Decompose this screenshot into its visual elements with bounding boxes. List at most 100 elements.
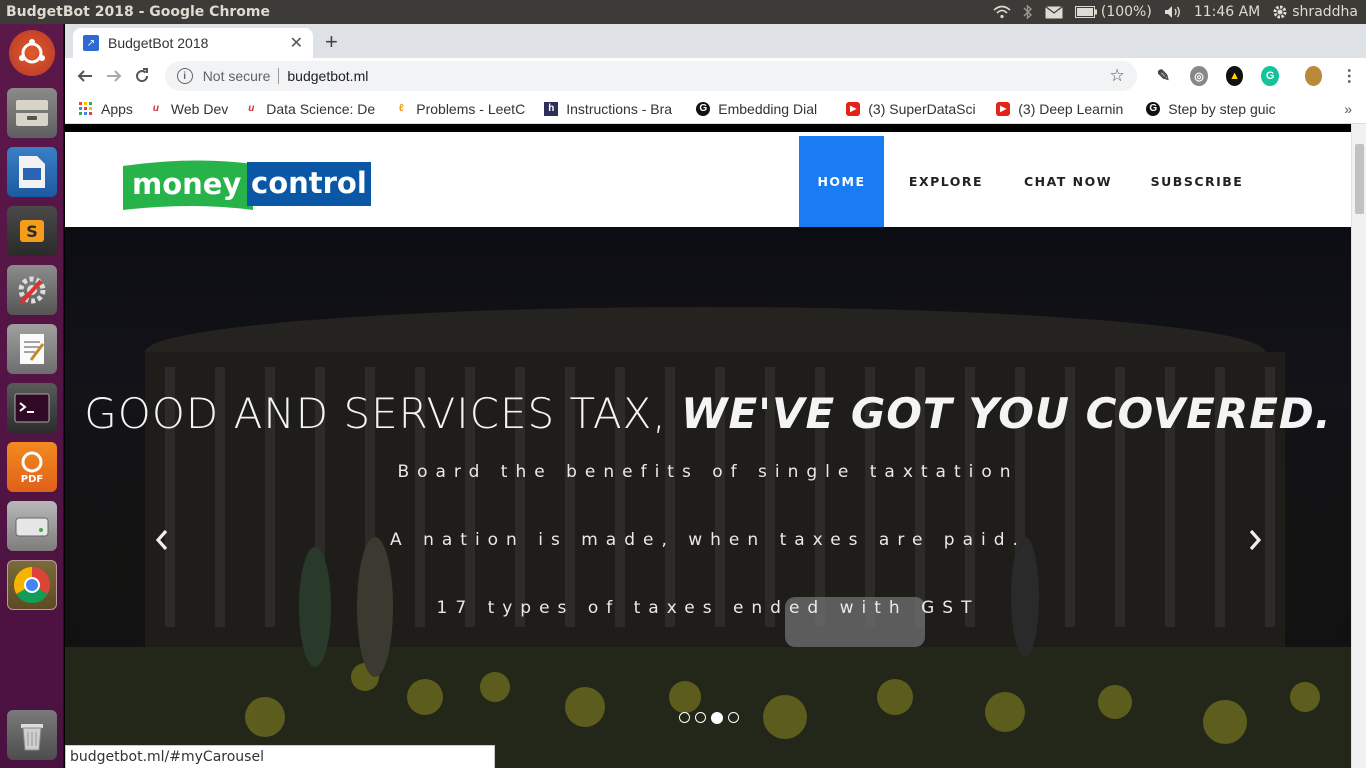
hero-line-3: 17 types of taxes ended with GST xyxy=(436,598,980,618)
carousel-next-chevron-icon[interactable] xyxy=(1248,529,1262,558)
foxit-pdf-icon[interactable]: PDF xyxy=(7,442,57,492)
browser-toolbar: i Not secure budgetbot.ml ☆ ✎ ◎ ▲ G ⋮ xyxy=(65,58,1366,94)
text-editor-icon[interactable] xyxy=(7,324,57,374)
parliament-building-image xyxy=(65,227,1351,768)
bookmark-data-science[interactable]: u Data Science: De xyxy=(244,101,378,117)
session-menu[interactable]: shraddha xyxy=(1272,4,1358,20)
bookmark-label: Instructions - Bra xyxy=(566,100,673,117)
nav-home[interactable]: HOME xyxy=(799,136,884,227)
launcher: S PDF xyxy=(0,24,64,768)
status-bubble: budgetbot.ml/#myCarousel xyxy=(65,745,495,768)
hero-carousel: GOOD AND SERVICES TAX, WE'VE GOT YOU COV… xyxy=(65,227,1351,768)
extension-bolt-icon[interactable]: ▲ xyxy=(1225,66,1244,86)
bookmark-label: Data Science: De xyxy=(266,100,376,117)
address-bar[interactable]: i Not secure budgetbot.ml ☆ xyxy=(164,61,1137,91)
bluetooth-icon[interactable] xyxy=(1023,4,1033,20)
scrollbar-thumb[interactable] xyxy=(1355,144,1364,214)
github-icon: G xyxy=(696,101,711,116)
disk-icon[interactable] xyxy=(7,501,57,551)
clock[interactable]: 11:46 AM xyxy=(1194,4,1260,20)
eyedropper-extension-icon[interactable]: ✎ xyxy=(1155,66,1173,86)
hackerrank-icon: h xyxy=(544,101,559,116)
logo-text-control: control xyxy=(251,166,367,200)
mail-icon[interactable] xyxy=(1044,5,1063,19)
bookmark-star-icon[interactable]: ☆ xyxy=(1109,66,1124,86)
carousel-dot-3-active[interactable] xyxy=(711,712,723,724)
new-tab-button[interactable]: + xyxy=(325,29,338,55)
security-label: Not secure xyxy=(202,68,271,84)
bookmark-label: (3) SuperDataSci xyxy=(868,100,976,117)
hero-headline: GOOD AND SERVICES TAX, WE'VE GOT YOU COV… xyxy=(65,389,1351,438)
bookmark-label: Step by step guic xyxy=(1168,100,1276,117)
system-settings-icon[interactable] xyxy=(7,265,57,315)
grammarly-icon[interactable]: G xyxy=(1261,66,1279,86)
url-text: budgetbot.ml xyxy=(287,68,369,84)
carousel-indicators xyxy=(679,712,739,724)
battery-indicator[interactable]: (100%) xyxy=(1074,4,1152,20)
youtube-icon: ▶ xyxy=(846,101,861,116)
info-icon[interactable]: i xyxy=(176,68,193,84)
github-icon: G xyxy=(1146,101,1161,116)
udemy-icon: u xyxy=(248,103,255,114)
tab-favicon-icon: ↗ xyxy=(83,35,99,51)
nav-explore[interactable]: EXPLORE xyxy=(903,136,989,227)
hero-headline-bold: WE'VE GOT YOU COVERED. xyxy=(681,389,1332,438)
forward-button[interactable] xyxy=(102,62,127,90)
bookmark-step-by-step[interactable]: G Step by step guic xyxy=(1146,101,1280,117)
nav-chat-now[interactable]: CHAT NOW xyxy=(1018,136,1118,227)
files-icon[interactable] xyxy=(7,88,57,138)
hero-line-2: A nation is made, when taxes are paid. xyxy=(390,530,1026,550)
bookmark-leetcode[interactable]: ℓ Problems - LeetC xyxy=(394,101,528,117)
volume-icon[interactable] xyxy=(1164,5,1182,19)
sublime-text-icon[interactable]: S xyxy=(7,206,57,256)
page-scrollbar[interactable] xyxy=(1351,124,1366,768)
battery-percent: (100%) xyxy=(1100,4,1152,20)
bookmark-label: Web Dev xyxy=(170,100,229,117)
bookmarks-overflow-icon[interactable]: » xyxy=(1344,101,1352,117)
profile-avatar[interactable] xyxy=(1304,66,1323,86)
bookmarks-bar: Apps u Web Dev u Data Science: De ℓ Prob… xyxy=(65,94,1366,124)
bookmark-label: Embedding Dial xyxy=(718,100,818,117)
apps-grid-icon xyxy=(79,101,92,115)
bookmark-label: (3) Deep Learnin xyxy=(1018,100,1124,117)
carousel-prev-chevron-icon[interactable] xyxy=(155,529,169,558)
bookmark-instructions[interactable]: h Instructions - Bra xyxy=(544,101,680,117)
leetcode-icon: ℓ xyxy=(398,103,404,114)
terminal-icon[interactable] xyxy=(7,383,57,433)
bookmark-label: Problems - LeetC xyxy=(416,100,526,117)
tab-strip: ↗ BudgetBot 2018 ✕ + xyxy=(65,24,1366,58)
forward-arrow-icon xyxy=(106,70,122,82)
bookmark-superdatascience[interactable]: ▶ (3) SuperDataSci xyxy=(846,101,980,117)
wifi-icon[interactable] xyxy=(993,5,1011,19)
user-name: shraddha xyxy=(1292,4,1358,20)
top-panel: BudgetBot 2018 - Google Chrome (100%) 11… xyxy=(0,0,1366,24)
omnibox-divider xyxy=(278,68,280,84)
carousel-dot-1[interactable] xyxy=(679,712,690,723)
youtube-icon: ▶ xyxy=(996,101,1011,116)
bookmark-web-dev[interactable]: u Web Dev xyxy=(149,101,228,117)
bookmark-deep-learning[interactable]: ▶ (3) Deep Learnin xyxy=(996,101,1130,117)
bookmark-apps[interactable]: Apps xyxy=(79,101,133,117)
svg-text:PDF: PDF xyxy=(21,474,43,485)
extension-globe-icon[interactable]: ◎ xyxy=(1190,66,1208,86)
reload-icon xyxy=(136,68,149,83)
back-button[interactable] xyxy=(73,62,98,90)
menu-dots-icon[interactable]: ⋮ xyxy=(1340,66,1358,86)
back-arrow-icon xyxy=(77,70,93,82)
hero-headline-plain: GOOD AND SERVICES TAX, xyxy=(84,389,682,438)
browser-window: ↗ BudgetBot 2018 ✕ + i Not secure budget… xyxy=(65,24,1366,768)
site-navbar: money control HOME EXPLORE CHAT NOW SUBS… xyxy=(65,132,1351,227)
impress-icon[interactable] xyxy=(7,147,57,197)
nav-subscribe[interactable]: SUBSCRIBE xyxy=(1145,136,1249,227)
chrome-icon[interactable] xyxy=(7,560,57,610)
trash-icon[interactable] xyxy=(7,710,57,760)
close-tab-icon[interactable]: ✕ xyxy=(290,33,303,53)
reload-button[interactable] xyxy=(130,62,155,90)
carousel-dot-2[interactable] xyxy=(695,712,706,723)
tab-budgetbot[interactable]: ↗ BudgetBot 2018 ✕ xyxy=(73,28,313,58)
ubuntu-dash-icon[interactable] xyxy=(9,30,55,76)
carousel-dot-4[interactable] xyxy=(728,712,739,723)
moneycontrol-logo[interactable]: money control xyxy=(123,160,371,210)
bookmark-embedding-dialog[interactable]: G Embedding Dial xyxy=(696,101,830,117)
page-viewport: money control HOME EXPLORE CHAT NOW SUBS… xyxy=(65,124,1351,768)
